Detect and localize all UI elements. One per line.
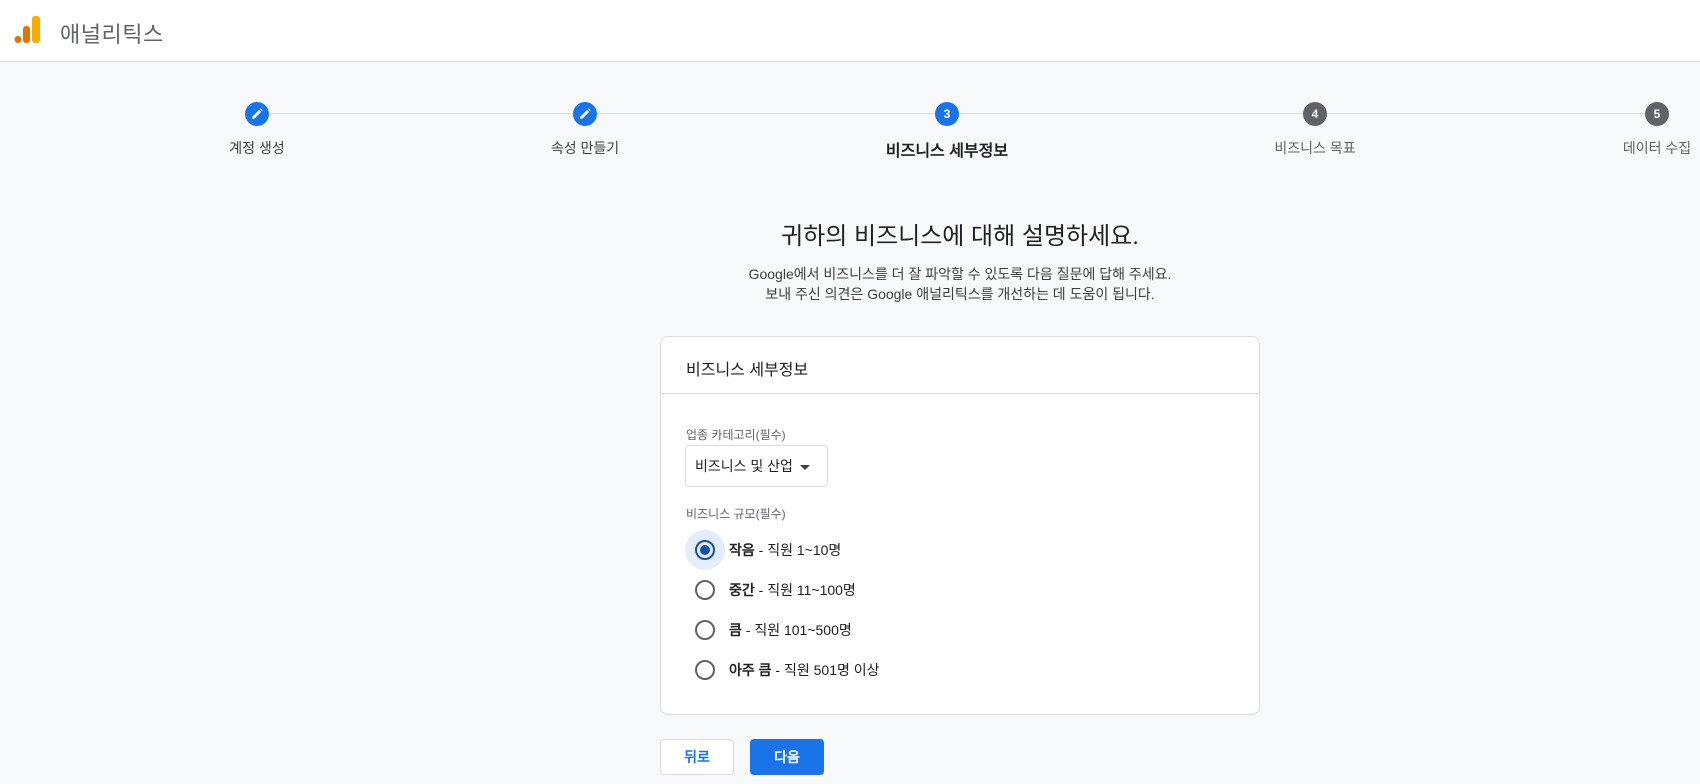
analytics-logo-icon[interactable] [14, 14, 42, 44]
dropdown-arrow-icon [799, 464, 810, 470]
pencil-icon [573, 102, 597, 126]
pencil-icon [245, 102, 269, 126]
radio-button[interactable] [695, 580, 715, 600]
radio-focus-ring [685, 650, 725, 690]
size-option-very-large[interactable]: 아주 큼 - 직원 501명 이상 [685, 650, 880, 690]
size-option-medium[interactable]: 중간 - 직원 11~100명 [685, 570, 856, 610]
radio-dot [700, 545, 710, 555]
step-label: 속성 만들기 [550, 140, 620, 156]
step-number-badge: 3 [935, 102, 959, 126]
radio-focus-ring [685, 610, 725, 650]
size-option-small[interactable]: 작음 - 직원 1~10명 [685, 530, 841, 570]
app-title: 애널리틱스 [60, 22, 164, 47]
step-create-account[interactable]: 계정 생성 [157, 100, 357, 158]
step-create-property[interactable]: 속성 만들기 [485, 100, 685, 158]
description-line-1: Google에서 비즈니스를 더 잘 파악할 수 있도록 다음 질문에 답해 주… [748, 266, 1172, 282]
description-line-2: 보내 주신 의견은 Google 애널리틱스를 개선하는 데 도움이 됩니다. [765, 286, 1155, 302]
next-button[interactable]: 다음 [750, 739, 824, 775]
radio-button-checked[interactable] [695, 540, 715, 560]
step-data-collection: 5 데이터 수집 [1557, 100, 1700, 158]
radio-label: 중간 - 직원 11~100명 [729, 582, 856, 598]
page-description: Google에서 비즈니스를 더 잘 파악할 수 있도록 다음 질문에 답해 주… [0, 264, 1700, 304]
page-title: 귀하의 비즈니스에 대해 설명하세요. [781, 223, 1139, 250]
step-label: 계정 생성 [229, 140, 285, 156]
radio-label: 아주 큼 - 직원 501명 이상 [729, 662, 880, 678]
step-label: 데이터 수집 [1622, 140, 1692, 156]
setup-stepper: 계정 생성 속성 만들기 3 비즈니스 세부정보 4 비즈니스 목표 5 데이터… [0, 100, 1700, 170]
back-button[interactable]: 뒤로 [660, 739, 734, 775]
top-app-bar: 애널리틱스 [0, 0, 1700, 62]
industry-category-select[interactable]: 비즈니스 및 산업 [685, 445, 828, 487]
radio-focus-ring [685, 570, 725, 610]
step-number-badge: 5 [1645, 102, 1669, 126]
step-business-details: 3 비즈니스 세부정보 [847, 100, 1047, 161]
step-business-goals: 4 비즈니스 목표 [1215, 100, 1415, 158]
step-label: 비즈니스 목표 [1274, 140, 1356, 156]
radio-button[interactable] [695, 620, 715, 640]
business-size-label: 비즈니스 규모(필수) [686, 507, 786, 521]
card-title: 비즈니스 세부정보 [661, 337, 1259, 394]
step-label: 비즈니스 세부정보 [885, 143, 1009, 160]
radio-label: 큼 - 직원 101~500명 [729, 622, 852, 638]
radio-focus-ring [685, 530, 725, 570]
step-number-badge: 4 [1303, 102, 1327, 126]
industry-category-label: 업종 카테고리(필수) [686, 428, 786, 442]
radio-button[interactable] [695, 660, 715, 680]
industry-category-value: 비즈니스 및 산업 [695, 458, 793, 474]
business-details-card: 비즈니스 세부정보 업종 카테고리(필수) 비즈니스 및 산업 비즈니스 규모(… [660, 336, 1260, 715]
radio-label: 작음 - 직원 1~10명 [729, 542, 842, 558]
size-option-large[interactable]: 큼 - 직원 101~500명 [685, 610, 852, 650]
